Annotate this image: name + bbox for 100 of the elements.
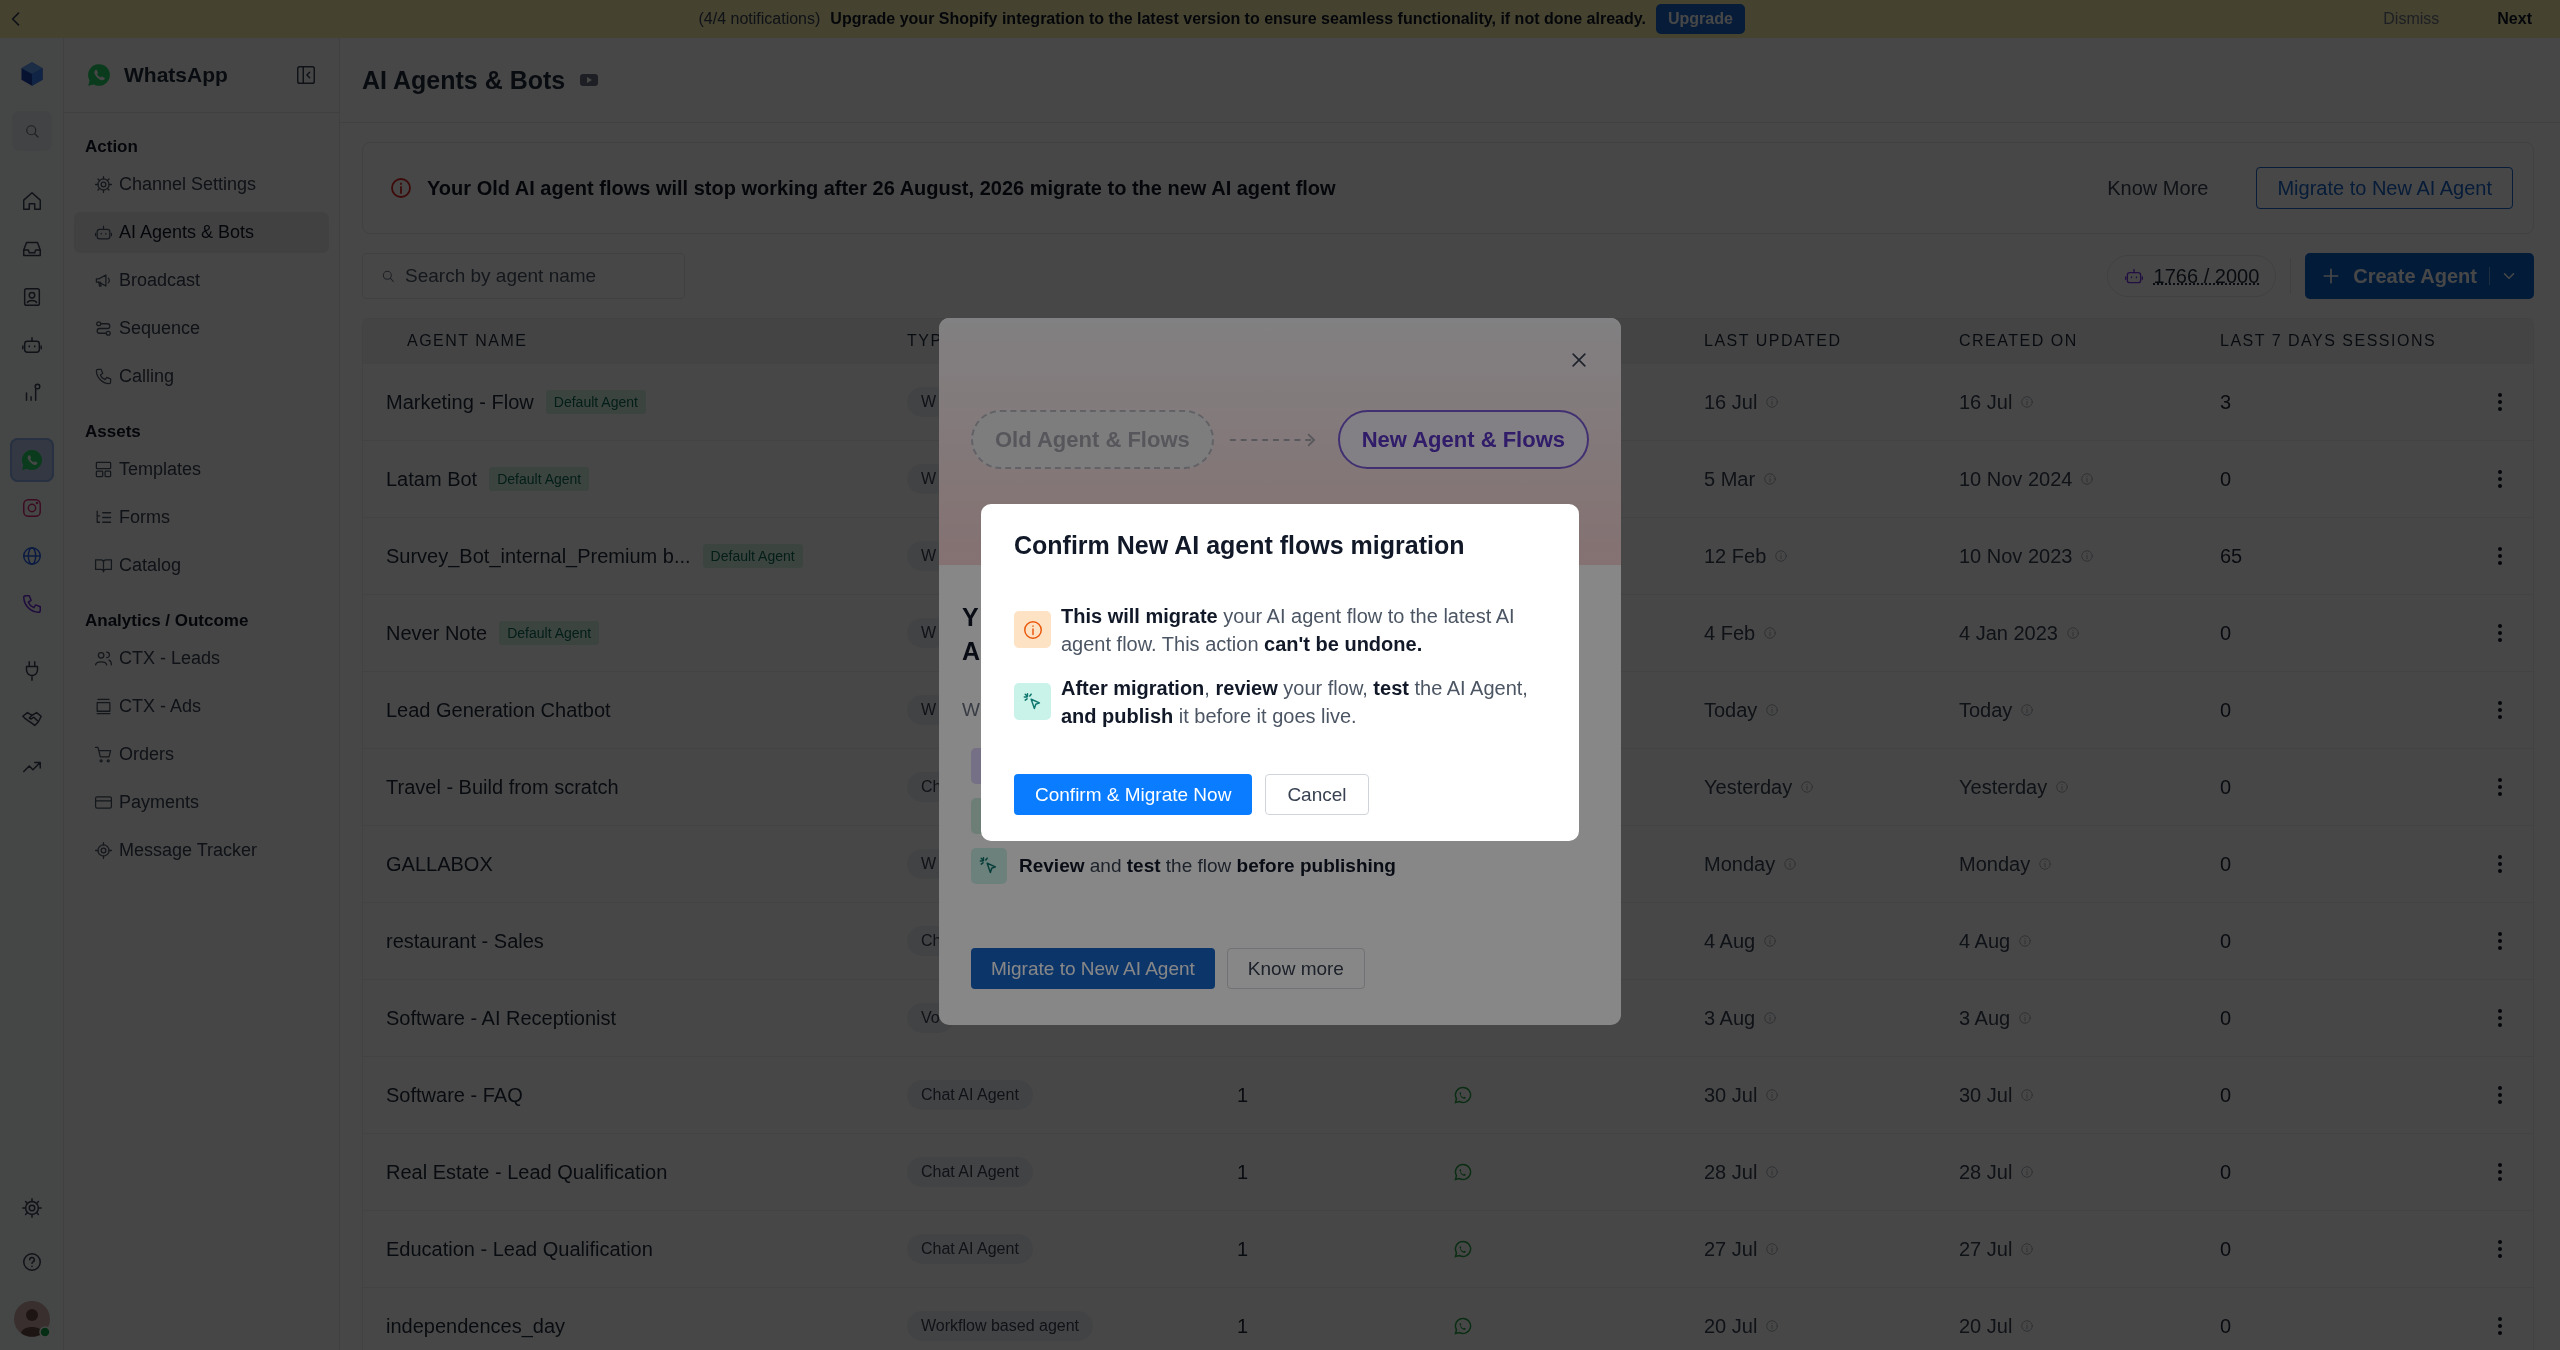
alert-message: Your Old AI agent flows will stop working after 26 August, 2026 migrate to the new AI agent flow <box>427 176 1337 200</box>
agent-name[interactable]: Real Estate - Lead Qualification <box>386 1160 668 1184</box>
default-tag: Default Agent <box>702 544 803 568</box>
table-cell: 1 <box>1237 1083 1249 1107</box>
users-icon <box>94 649 113 668</box>
info-icon <box>1800 780 1815 794</box>
table-cell: 30 Jul <box>1704 1083 1758 1107</box>
info-icon <box>2038 857 2053 871</box>
table-cell: 27 Jul <box>1959 1237 2013 1261</box>
table-cell: 0 <box>2220 1237 2232 1261</box>
agent-name[interactable]: Marketing - Flow <box>386 390 534 414</box>
settings-icon <box>20 1197 43 1219</box>
more-icon[interactable] <box>2496 546 2503 566</box>
table-cell: 20 Jul <box>1959 1314 2013 1338</box>
table-cell: 0 <box>2220 1006 2232 1030</box>
video-icon[interactable] <box>579 72 600 88</box>
sidebar-item[interactable]: AI Agents & Bots <box>74 212 329 253</box>
column-header: LAST UPDATED <box>1703 332 1843 350</box>
rail-item[interactable] <box>9 438 54 482</box>
info-icon <box>2020 395 2035 409</box>
search-icon <box>380 268 396 284</box>
phone-icon <box>94 367 113 386</box>
agent-name[interactable]: Latam Bot <box>386 467 478 491</box>
table-cell: 0 <box>2220 467 2232 491</box>
agent-name[interactable]: restaurant - Sales <box>386 929 544 953</box>
more-icon[interactable] <box>2496 1085 2503 1105</box>
whatsapp-icon <box>1453 1239 1473 1259</box>
confirm-button[interactable]: Confirm & Migrate Now <box>1014 774 1253 815</box>
agent-name[interactable]: Travel - Build from scratch <box>386 775 619 799</box>
know-more-link[interactable]: Know More <box>2107 176 2209 200</box>
globe-icon <box>20 545 43 567</box>
avatar[interactable] <box>12 1300 51 1338</box>
more-icon[interactable] <box>2496 700 2503 720</box>
table-cell: 0 <box>2220 621 2232 645</box>
table-cell: 20 Jul <box>1704 1314 1758 1338</box>
info-icon <box>2020 1165 2035 1179</box>
info-icon <box>2018 934 2033 948</box>
whatsapp-icon <box>86 62 112 88</box>
section-title: Analytics / Outcome <box>84 611 250 631</box>
agent-name[interactable]: Software - AI Receptionist <box>386 1006 617 1030</box>
page-title: AI Agents & Bots <box>362 65 566 95</box>
close-icon[interactable] <box>1569 350 1589 370</box>
more-icon[interactable] <box>2496 1316 2503 1336</box>
agent-name[interactable]: GALLABOX <box>386 852 493 876</box>
table-cell: 27 Jul <box>1704 1237 1758 1261</box>
table-cell: 0 <box>2220 698 2232 722</box>
default-tag: Default Agent <box>489 467 590 491</box>
whatsapp-icon <box>1453 1085 1473 1105</box>
more-icon[interactable] <box>2496 1008 2503 1028</box>
create-agent-button[interactable]: Create Agent <box>2305 253 2534 299</box>
table-cell: 3 Aug <box>1704 1006 1756 1030</box>
info-icon <box>1763 626 1778 640</box>
gear-icon <box>94 175 113 194</box>
upgrade-button[interactable]: Upgrade <box>1655 4 1745 34</box>
more-icon[interactable] <box>2496 469 2503 489</box>
table-cell: 1 <box>1237 1314 1249 1338</box>
table-cell: 10 Nov 2023 <box>1959 544 2073 568</box>
table-cell: 0 <box>2220 1314 2232 1338</box>
robot-icon <box>20 334 43 356</box>
agent-name[interactable]: Education - Lead Qualification <box>386 1237 653 1261</box>
sequence-icon <box>94 319 113 338</box>
info-icon <box>389 176 413 200</box>
agent-name[interactable]: Survey_Bot_internal_Premium b... <box>386 544 691 568</box>
new-flow-pill: New Agent & Flows <box>1337 410 1589 469</box>
table-cell: 16 Jul <box>1704 390 1758 414</box>
next-link[interactable]: Next <box>2497 10 2532 28</box>
info-icon <box>1783 857 1798 871</box>
info-icon <box>1765 1088 1780 1102</box>
agent-name[interactable]: Software - FAQ <box>386 1083 523 1107</box>
info-icon <box>2020 1242 2035 1256</box>
agent-name[interactable]: Never Note <box>386 621 488 645</box>
more-icon[interactable] <box>2496 1162 2503 1182</box>
table-cell: 0 <box>2220 775 2232 799</box>
whatsapp-icon <box>1453 1316 1473 1336</box>
phone-icon <box>20 593 43 615</box>
migrate-button[interactable]: Migrate to New AI Agent <box>2256 167 2513 209</box>
more-icon[interactable] <box>2496 623 2503 643</box>
table-cell: 65 <box>2220 544 2243 568</box>
info-icon <box>2055 780 2070 794</box>
more-icon[interactable] <box>2496 1239 2503 1259</box>
book-icon <box>94 556 113 575</box>
column-header: LAST 7 DAYS SESSIONS <box>2219 332 2438 350</box>
table-cell: Today <box>1704 698 1758 722</box>
agent-name[interactable]: independences_day <box>386 1314 566 1338</box>
info-icon <box>2018 1011 2033 1025</box>
agent-name[interactable]: Lead Generation Chatbot <box>386 698 611 722</box>
cancel-button[interactable]: Cancel <box>1265 774 1369 815</box>
info-icon <box>2080 472 2095 486</box>
table-cell: 0 <box>2220 1083 2232 1107</box>
feature-text: Review and test the flow before publishing <box>1019 855 1396 877</box>
modal-heading: A <box>962 636 981 667</box>
table-cell: 4 Aug <box>1959 929 2011 953</box>
screen-icon <box>94 697 113 716</box>
more-icon[interactable] <box>2496 854 2503 874</box>
more-icon[interactable] <box>2496 392 2503 412</box>
more-icon[interactable] <box>2496 777 2503 797</box>
table-cell: Yesterday <box>1959 775 2048 799</box>
migrate-button[interactable]: Migrate to New AI Agent <box>971 948 1215 989</box>
know-more-button[interactable]: Know more <box>1226 948 1365 989</box>
more-icon[interactable] <box>2496 931 2503 951</box>
